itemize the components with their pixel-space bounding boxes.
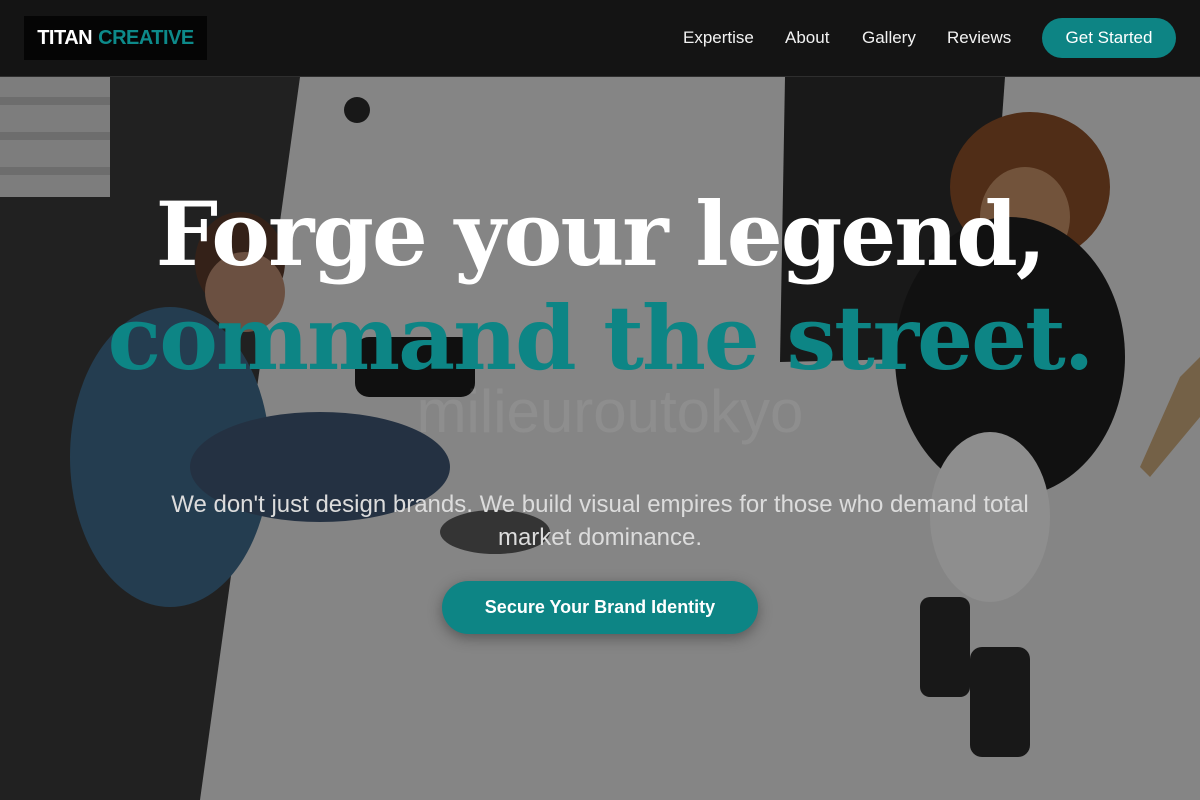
nav-link-reviews[interactable]: Reviews (947, 28, 1011, 48)
nav-link-about[interactable]: About (785, 28, 829, 48)
hero-section: milieuroutokyo Forge your legend, comman… (0, 77, 1200, 800)
get-started-button[interactable]: Get Started (1042, 18, 1176, 58)
hero-subtitle: We don't just design brands. We build vi… (171, 491, 1029, 551)
hero-headline: Forge your legend, command the street. (0, 182, 1200, 390)
hero-headline-line1: Forge your legend, (155, 182, 1047, 286)
brand-word-creative: CREATIVE (98, 26, 194, 49)
hero-headline-line2: command the street. (107, 286, 1095, 390)
brand-logo[interactable]: TITAN CREATIVE (24, 16, 207, 60)
brand-word-titan: TITAN (37, 26, 93, 49)
nav-link-expertise[interactable]: Expertise (683, 28, 754, 48)
nav-link-gallery[interactable]: Gallery (862, 28, 916, 48)
secure-brand-identity-button[interactable]: Secure Your Brand Identity (442, 581, 758, 634)
site-header: TITAN CREATIVE Expertise About Gallery R… (0, 0, 1200, 77)
